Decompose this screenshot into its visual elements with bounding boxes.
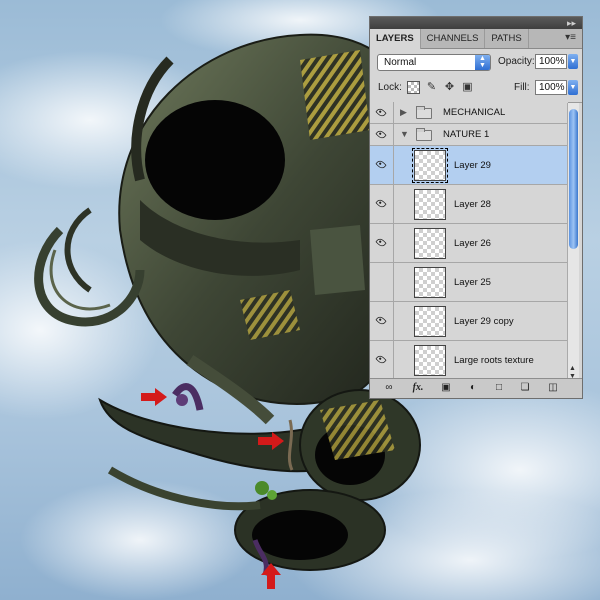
visibility-toggle[interactable] xyxy=(370,302,394,340)
group-name: NATURE 1 xyxy=(443,129,490,140)
double-chevron-right-icon[interactable]: ▸▸ xyxy=(567,17,576,29)
folder-icon[interactable]: □ xyxy=(492,381,506,395)
new-layer-icon[interactable]: ❏ xyxy=(518,381,532,395)
layer-name: Layer 28 xyxy=(454,199,491,210)
eye-icon xyxy=(375,314,387,327)
lock-transparent-icon[interactable] xyxy=(407,81,420,94)
opacity-input[interactable]: 100% xyxy=(535,54,567,69)
layer-thumbnail xyxy=(414,267,446,298)
fill-input[interactable]: 100% xyxy=(535,80,567,95)
folder-icon xyxy=(416,128,432,141)
group-name: MECHANICAL xyxy=(443,107,506,118)
fill-dropdown-icon[interactable]: ▼ xyxy=(568,80,578,95)
panel-title-bar[interactable]: ▸▸ xyxy=(370,17,582,29)
eye-icon xyxy=(375,353,387,366)
fx-icon[interactable]: fx. xyxy=(408,381,428,395)
disclosure-expanded-icon[interactable]: ▼ xyxy=(400,129,409,139)
eye-icon xyxy=(375,128,387,140)
blend-mode-value: Normal xyxy=(384,57,417,68)
lock-position-move-icon[interactable]: ✥ xyxy=(443,81,456,94)
visibility-toggle[interactable] xyxy=(370,124,394,145)
layer-thumbnail xyxy=(412,148,448,183)
lock-label: Lock: xyxy=(378,82,402,93)
lock-row: Lock: ✎ ✥ ▣ Fill: 100% ▼ xyxy=(370,75,582,103)
layers-panel: ▸▸ LAYERS CHANNELS PATHS ▾≡ Normal ▲ ▼ Op… xyxy=(369,16,583,399)
panel-tabs: LAYERS CHANNELS PATHS ▾≡ xyxy=(370,29,582,49)
layer-row-large-roots-texture[interactable]: Large roots texture xyxy=(370,341,568,380)
tab-layers[interactable]: LAYERS xyxy=(370,29,421,49)
fill-label: Fill: xyxy=(514,82,530,93)
scrollbar-thumb[interactable] xyxy=(569,109,578,249)
eye-icon xyxy=(375,236,387,249)
opacity-label: Opacity: xyxy=(498,56,535,67)
layer-name: Large roots texture xyxy=(454,355,534,366)
visibility-toggle[interactable] xyxy=(370,146,394,184)
trash-icon[interactable]: ◫ xyxy=(546,381,560,395)
visibility-toggle[interactable] xyxy=(370,263,394,301)
layer-row-layer-29[interactable]: Layer 29 xyxy=(370,146,568,185)
eye-icon xyxy=(375,158,387,171)
annotation-arrow-right-2 xyxy=(258,432,284,450)
panel-menu-icon[interactable]: ▾≡ xyxy=(565,32,576,43)
folder-icon xyxy=(416,106,432,119)
tab-paths[interactable]: PATHS xyxy=(485,29,529,48)
layer-row-layer-26[interactable]: Layer 26 xyxy=(370,224,568,263)
layers-bottom-toolbar: ∞ fx. ▣ ◐ □ ❏ ◫ xyxy=(370,378,582,398)
visibility-toggle[interactable] xyxy=(370,185,394,223)
layer-thumbnail xyxy=(414,306,446,337)
layer-group-mechanical[interactable]: ▶ MECHANICAL xyxy=(370,102,568,124)
layer-thumbnail xyxy=(414,189,446,220)
mask-icon[interactable]: ▣ xyxy=(439,381,453,395)
lock-all-icon[interactable]: ▣ xyxy=(461,81,474,94)
blend-row: Normal ▲ ▼ Opacity: 100% ▼ xyxy=(370,49,582,75)
layer-name: Layer 29 copy xyxy=(454,316,514,327)
visibility-toggle[interactable] xyxy=(370,224,394,262)
eye-icon xyxy=(375,197,387,210)
layer-row-layer-28[interactable]: Layer 28 xyxy=(370,185,568,224)
layer-name: Layer 29 xyxy=(454,160,491,171)
layers-list: ▶ MECHANICAL ▼ NATURE 1 Layer 29 Layer 2… xyxy=(370,102,568,380)
layer-name: Layer 26 xyxy=(454,238,491,249)
layer-name: Layer 25 xyxy=(454,277,491,288)
annotation-arrow-up xyxy=(261,563,281,589)
opacity-dropdown-icon[interactable]: ▼ xyxy=(568,54,578,69)
layer-row-layer-25[interactable]: Layer 25 xyxy=(370,263,568,302)
layer-group-nature-1[interactable]: ▼ NATURE 1 xyxy=(370,124,568,146)
adjustment-icon[interactable]: ◐ xyxy=(466,381,480,395)
blend-mode-select[interactable]: Normal ▲ ▼ xyxy=(377,54,491,71)
disclosure-collapsed-icon[interactable]: ▶ xyxy=(400,107,407,118)
annotation-arrow-right-1 xyxy=(141,388,167,406)
tab-channels[interactable]: CHANNELS xyxy=(421,29,486,48)
select-arrows-icon: ▲ ▼ xyxy=(475,55,490,70)
visibility-toggle[interactable] xyxy=(370,102,394,123)
lock-paint-brush-icon[interactable]: ✎ xyxy=(425,81,438,94)
eye-icon xyxy=(375,106,387,118)
layers-scrollbar[interactable]: ▲ ▼ xyxy=(567,103,579,381)
scroll-up-icon[interactable]: ▲ xyxy=(569,365,576,372)
link-icon[interactable]: ∞ xyxy=(382,381,396,395)
layer-thumbnail xyxy=(414,345,446,376)
layer-row-layer-29-copy[interactable]: Layer 29 copy xyxy=(370,302,568,341)
visibility-toggle[interactable] xyxy=(370,341,394,379)
layer-thumbnail xyxy=(414,228,446,259)
